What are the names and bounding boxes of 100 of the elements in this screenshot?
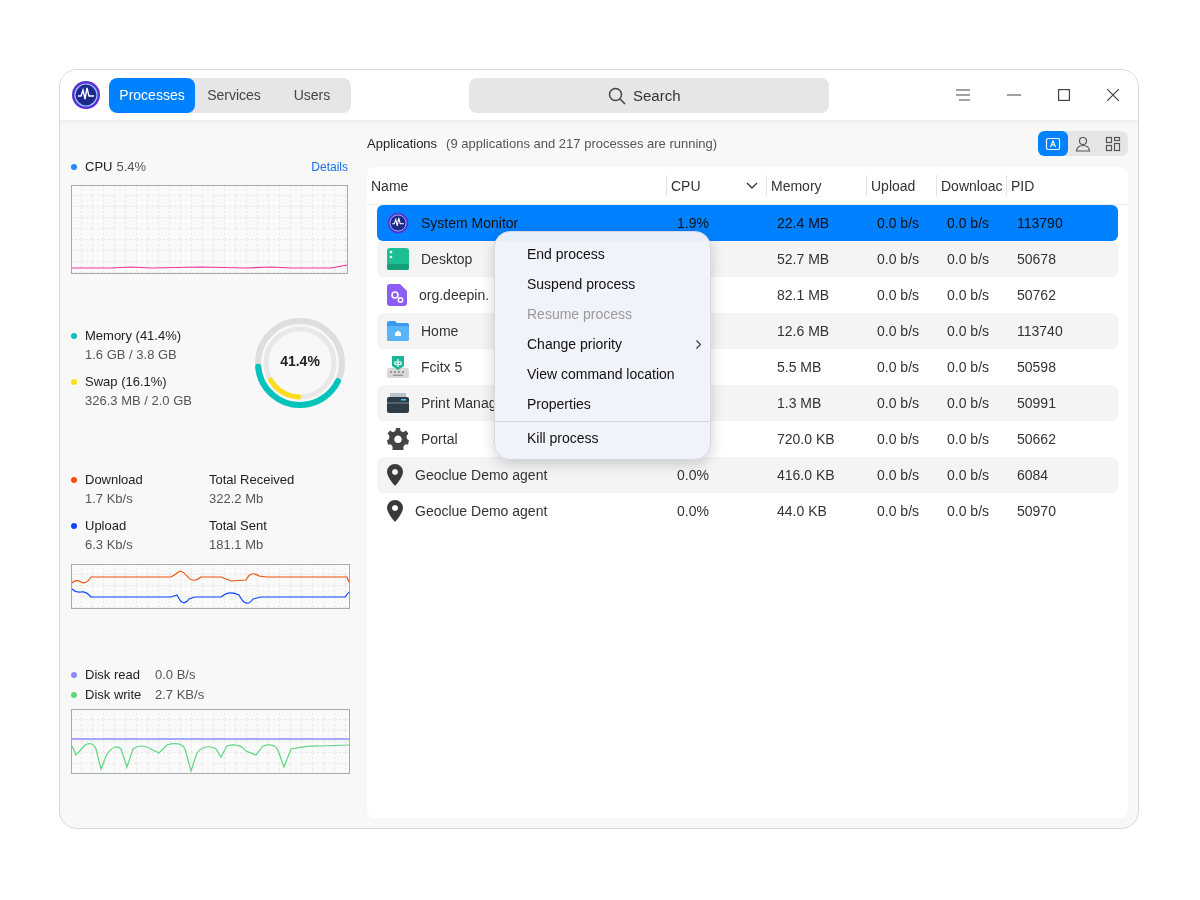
table-cell: 113790: [1017, 215, 1063, 231]
table-cell: 0.0 b/s: [947, 467, 990, 483]
cpu-label: CPU: [85, 159, 113, 174]
column-header[interactable]: Upload: [871, 177, 916, 194]
app-window-icon: [1045, 135, 1061, 152]
usage-value: 1.6 GB / 3.8 GB: [85, 347, 178, 362]
table-cell: 50662: [1017, 431, 1056, 447]
table-cell: 50678: [1017, 251, 1056, 267]
legend-label: Download: [85, 472, 143, 487]
table-cell: 1.9%: [677, 215, 709, 231]
settings-file-icon: [387, 284, 407, 306]
table-cell: 113740: [1017, 323, 1063, 339]
table-cell: 50970: [1017, 503, 1056, 519]
table-cell: 6084: [1017, 467, 1049, 483]
sort-caret-icon: [746, 182, 758, 189]
gear-icon: [387, 428, 409, 450]
column-header[interactable]: Memory: [771, 177, 822, 194]
process-name[interactable]: System Monitor: [421, 215, 519, 231]
user-icon: [1075, 135, 1091, 152]
table-cell: 0.0 b/s: [947, 215, 990, 231]
menu-item[interactable]: Kill process: [495, 421, 710, 453]
table-cell: 12.6 MB: [777, 323, 830, 339]
submenu-chevron-icon: [696, 339, 701, 349]
menu-item[interactable]: Properties: [495, 389, 710, 419]
table-cell: 5.5 MB: [777, 359, 822, 375]
table-cell: 0.0 b/s: [877, 431, 920, 447]
disk-rate-value: 2.7 KB/s: [155, 687, 205, 702]
app-logo-icon: [387, 212, 409, 234]
search-icon: [608, 86, 626, 105]
menu-icon[interactable]: [956, 89, 970, 101]
table-cell: 0.0 b/s: [877, 395, 920, 411]
tab[interactable]: Services: [195, 77, 273, 113]
table-cell: 50762: [1017, 287, 1056, 303]
table-cell: 0.0 b/s: [947, 503, 990, 519]
search-field[interactable]: Search: [469, 77, 829, 113]
rate-value: 1.7 Kb/s: [85, 491, 134, 506]
table-cell: 50991: [1017, 395, 1056, 411]
maximize-icon[interactable]: [1058, 89, 1070, 101]
legend-label: Swap (16.1%): [85, 374, 167, 389]
close-icon[interactable]: [1107, 89, 1119, 101]
process-name[interactable]: Fcitx 5: [421, 359, 463, 375]
total-label: Total Received: [209, 472, 296, 487]
table-cell: 0.0 b/s: [947, 395, 990, 411]
details-link[interactable]: Details: [311, 159, 348, 174]
column-header[interactable]: CPU: [671, 177, 701, 194]
process-name[interactable]: Portal: [421, 431, 458, 447]
process-name[interactable]: Geoclue Demo agent: [415, 467, 548, 483]
table-cell: 0.0 b/s: [947, 323, 990, 339]
memory-percent: 41.4%: [279, 353, 321, 369]
view-toggle-button[interactable]: [1038, 131, 1068, 156]
table-cell: 0.0%: [677, 503, 709, 519]
disk-rate-value: 0.0 B/s: [155, 667, 196, 682]
column-header[interactable]: Name: [371, 177, 409, 194]
menu-item[interactable]: Suspend process: [495, 269, 710, 299]
legend-label: Upload: [85, 518, 127, 533]
map-pin-icon: [387, 500, 403, 522]
process-name[interactable]: Desktop: [421, 251, 473, 267]
legend-label: Disk read: [85, 667, 141, 682]
map-pin-icon: [387, 464, 403, 486]
rate-value: 6.3 Kb/s: [85, 537, 134, 552]
table-cell: 0.0%: [677, 467, 709, 483]
tab[interactable]: Processes: [109, 77, 195, 113]
table-cell: 1.3 MB: [777, 395, 822, 411]
table-cell: 52.7 MB: [777, 251, 830, 267]
printer-icon: [387, 393, 409, 413]
app-logo-icon: [71, 80, 101, 110]
table-cell: 0.0 b/s: [947, 251, 990, 267]
table-cell: 0.0 b/s: [877, 287, 920, 303]
table-cell: 0.0 b/s: [947, 359, 990, 375]
total-value: 181.1 Mb: [209, 537, 265, 552]
desktop-icon: [387, 248, 409, 270]
table-cell: 0.0 b/s: [877, 215, 920, 231]
grid-view-icon: [1105, 135, 1121, 152]
process-name[interactable]: Geoclue Demo agent: [415, 503, 548, 519]
cpu-value: 5.4%: [116, 159, 147, 174]
menu-item[interactable]: View command location: [495, 359, 710, 389]
section-title: Applications: [367, 136, 438, 151]
column-header[interactable]: PID: [1011, 177, 1035, 194]
tab[interactable]: Users: [273, 77, 351, 113]
menu-item[interactable]: Change priority: [495, 329, 710, 359]
table-cell: 22.4 MB: [777, 215, 830, 231]
table-cell: 0.0 b/s: [877, 251, 920, 267]
table-cell: 0.0 b/s: [947, 431, 990, 447]
table-cell: 720.0 KB: [777, 431, 835, 447]
table-cell: 0.0 b/s: [877, 503, 920, 519]
home-folder-icon: [387, 321, 409, 341]
process-name[interactable]: Home: [421, 323, 459, 339]
table-cell: 0.0 b/s: [877, 467, 920, 483]
legend-label: Memory (41.4%): [85, 328, 182, 343]
process-summary: (9 applications and 217 processes are running): [446, 136, 718, 151]
legend-label: Disk write: [85, 687, 143, 702]
process-name[interactable]: org.deepin.: [419, 287, 490, 303]
column-header[interactable]: Downloac: [941, 177, 1003, 194]
menu-item[interactable]: End process: [495, 239, 710, 269]
table-cell: 44.0 KB: [777, 503, 827, 519]
table-cell: 0.0 b/s: [877, 323, 920, 339]
keyboard-icon: [387, 356, 409, 378]
total-value: 322.2 Mb: [209, 491, 265, 506]
table-cell: 50598: [1017, 359, 1056, 375]
table-cell: 0.0 b/s: [947, 287, 990, 303]
